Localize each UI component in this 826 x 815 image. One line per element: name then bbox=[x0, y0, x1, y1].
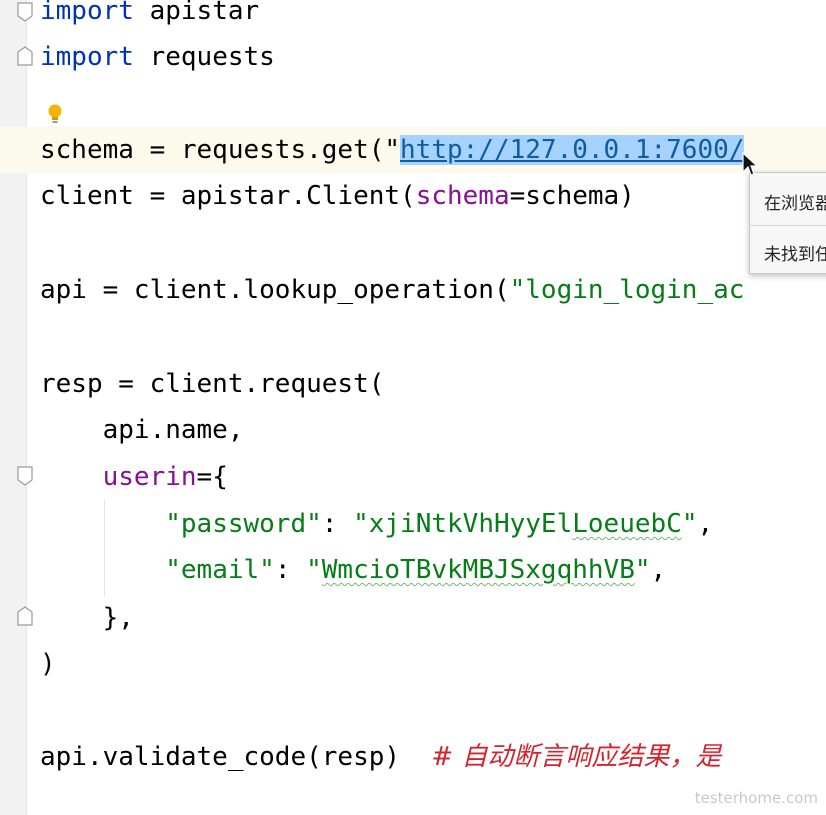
string-literal: "xjiNtkVhHyyEl bbox=[353, 509, 573, 539]
code-line-10: api.name, bbox=[40, 410, 244, 450]
code-line-7: api = client.lookup_operation("login_log… bbox=[40, 270, 744, 310]
context-popup: 在浏览器 未找到任 bbox=[749, 172, 826, 274]
url-link[interactable]: http://127.0.0.1:7600/ bbox=[400, 135, 745, 165]
code-text: api = client.lookup_operation( bbox=[40, 275, 510, 305]
code-text: api.validate_code(resp) bbox=[40, 742, 432, 772]
string-literal: "email" bbox=[165, 555, 275, 585]
parameter-name: userin bbox=[102, 462, 197, 492]
code-line-12: "password": "xjiNtkVhHyyElLoeuebC", bbox=[40, 504, 713, 544]
keyword: import bbox=[40, 42, 134, 72]
code-line-4: schema = requests.get("http://127.0.0.1:… bbox=[40, 130, 745, 170]
code-comment: # 自动断言响应结果，是 bbox=[431, 742, 722, 772]
code-text: , bbox=[697, 509, 714, 539]
code-line-2: import requests bbox=[40, 37, 275, 77]
code-text: apistar bbox=[133, 0, 260, 26]
code-text: resp = client.request( bbox=[40, 369, 385, 399]
fold-end-icon[interactable] bbox=[16, 606, 34, 626]
code-line-13: "email": "WmcioTBvkMBJSxgqhhVB", bbox=[40, 550, 666, 590]
code-line-9: resp = client.request( bbox=[40, 364, 384, 404]
code-editor[interactable]: import apistar import requests schema = … bbox=[0, 0, 826, 815]
code-text: ={ bbox=[196, 462, 228, 492]
code-line-1: import apistar bbox=[40, 0, 259, 31]
popup-divider bbox=[750, 225, 826, 226]
editor-gutter bbox=[0, 0, 27, 815]
string-literal: "login_login_ac bbox=[509, 275, 745, 305]
string-literal: " bbox=[306, 555, 322, 585]
keyword: import bbox=[40, 0, 134, 26]
code-text: =schema) bbox=[509, 181, 635, 211]
code-text: : bbox=[274, 555, 307, 585]
code-line-11: userin={ bbox=[40, 457, 228, 497]
code-text: schema = requests.get(" bbox=[40, 135, 401, 165]
code-text: requests bbox=[133, 42, 275, 72]
string-literal: " bbox=[634, 555, 651, 585]
code-text: , bbox=[650, 555, 667, 585]
code-text: : bbox=[321, 509, 354, 539]
parameter-name: schema bbox=[415, 181, 510, 211]
code-text: ) bbox=[40, 649, 56, 679]
code-text: client = apistar.Client( bbox=[40, 181, 416, 211]
string-literal: "password" bbox=[165, 509, 322, 539]
code-line-17: api.validate_code(resp) # 自动断言响应结果，是 bbox=[40, 737, 721, 777]
code-line-14: }, bbox=[40, 598, 134, 638]
fold-start-icon[interactable] bbox=[16, 466, 34, 486]
code-line-5: client = apistar.Client(schema=schema) bbox=[40, 176, 635, 216]
code-line-15: ) bbox=[40, 644, 56, 684]
code-content[interactable]: import apistar import requests schema = … bbox=[40, 0, 744, 772]
spellcheck-string: LoeuebC bbox=[572, 509, 682, 539]
popup-item-open-in-browser[interactable]: 在浏览器 bbox=[764, 189, 826, 214]
mouse-cursor-icon bbox=[742, 152, 758, 176]
code-text: api.name, bbox=[40, 415, 244, 445]
string-literal: " bbox=[681, 509, 698, 539]
code-text: }, bbox=[40, 603, 134, 633]
popup-item-not-found[interactable]: 未找到任 bbox=[764, 240, 826, 265]
fold-start-icon[interactable] bbox=[16, 46, 34, 66]
fold-end-icon[interactable] bbox=[16, 2, 34, 22]
watermark: testerhome.com bbox=[694, 789, 818, 807]
spellcheck-string: WmcioTBvkMBJSxgqhhVB bbox=[321, 555, 635, 585]
